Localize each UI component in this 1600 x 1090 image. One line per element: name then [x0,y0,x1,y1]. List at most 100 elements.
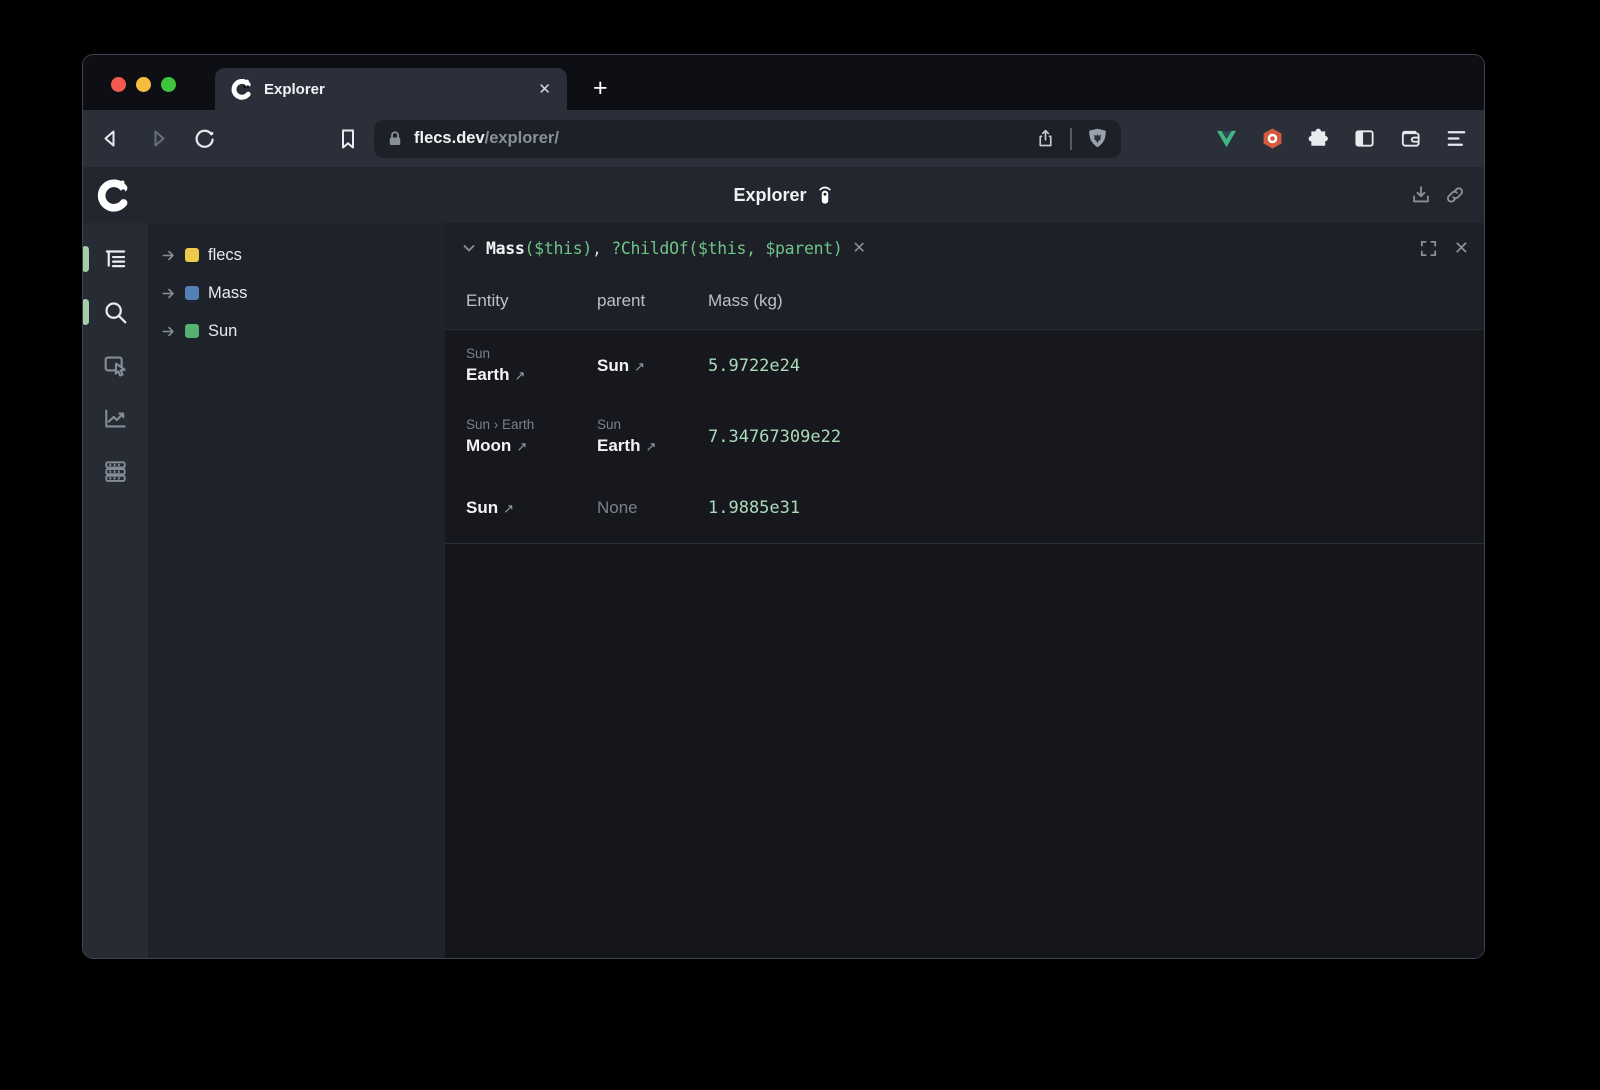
open-entity-arrow-icon: ↗ [645,439,656,454]
expand-arrow-icon[interactable] [161,248,176,263]
tree-item[interactable]: flecs [148,236,445,274]
url-domain: flecs.dev [414,129,485,148]
page-title-group: Explorer [83,185,1484,206]
reload-icon[interactable] [193,127,217,151]
expand-arrow-icon[interactable] [161,286,176,301]
browser-toolbar: flecs.dev/explorer/ [83,110,1484,167]
open-entity-arrow-icon: ↗ [514,368,525,383]
parent-cell[interactable]: Sun↗ [597,330,708,401]
tree-item-label: Sun [208,322,237,341]
column-header-entity: Entity [466,291,597,311]
mass-value: 1.9885e31 [708,498,1484,518]
bookmark-icon[interactable] [336,127,360,151]
fullscreen-icon[interactable] [1419,239,1438,258]
rail-memory-button[interactable] [101,456,131,486]
rail-query-button[interactable] [101,297,131,327]
tree-item[interactable]: Sun [148,312,445,350]
rail-tree-button[interactable] [101,244,131,274]
menu-icon[interactable] [1445,127,1468,150]
wallet-icon[interactable] [1399,127,1422,150]
query-panel: Mass($this), ?ChildOf($this, $parent) ✕ … [445,223,1484,958]
inspector-icon [102,352,129,379]
rail-inspector-button[interactable] [101,350,131,380]
minimize-window-button[interactable] [136,77,151,92]
extensions-puzzle-icon[interactable] [1307,127,1330,150]
open-entity-arrow-icon: ↗ [634,359,645,374]
query-clear-icon[interactable]: ✕ [852,238,865,258]
content-area: flecs Mass Sun Mass($this), ?ChildOf($th… [83,223,1484,958]
empty-area [445,544,1484,958]
tree-view-icon [102,246,129,273]
entity-name-link[interactable]: Sun↗ [466,498,597,518]
entity-color-swatch [185,324,199,338]
close-window-button[interactable] [111,77,126,92]
tab-strip: Explorer ✕ + [83,55,1484,110]
mass-value: 7.34767309e22 [708,427,1484,447]
rail-stats-button[interactable] [101,403,131,433]
column-header-mass: Mass (kg) [708,291,1484,311]
entity-cell[interactable]: Sun↗ [466,472,597,543]
query-bar: Mass($this), ?ChildOf($this, $parent) ✕ … [445,223,1484,273]
flecs-favicon-icon [231,78,253,100]
entity-cell[interactable]: Sun › Earth Moon↗ [466,401,597,472]
extension-group [1215,127,1468,150]
query-segment: , [592,239,611,258]
query-expression[interactable]: Mass($this), ?ChildOf($this, $parent) [486,239,842,258]
browser-tab-explorer[interactable]: Explorer ✕ [215,68,567,110]
new-tab-button[interactable]: + [593,76,608,101]
tab-title: Explorer [264,81,527,98]
tree-item[interactable]: Mass [148,274,445,312]
entity-name-link[interactable]: Earth↗ [466,365,597,385]
back-icon[interactable] [99,127,123,151]
hexagon-extension-icon[interactable] [1261,127,1284,150]
vue-devtools-icon[interactable] [1215,127,1238,150]
flecs-logo-icon[interactable] [97,178,131,212]
url-bar[interactable]: flecs.dev/explorer/ [374,120,1121,158]
entity-cell[interactable]: Sun Earth↗ [466,330,597,401]
open-entity-arrow-icon: ↗ [503,501,514,516]
query-segment: Mass [486,239,525,258]
entity-tree-panel: flecs Mass Sun [148,223,445,958]
maximize-window-button[interactable] [161,77,176,92]
browser-window: Explorer ✕ + flecs.dev/explorer/ [83,55,1484,958]
active-pill [83,299,89,325]
tree-item-label: flecs [208,246,242,265]
traffic-lights [111,77,176,92]
query-panel-close-icon[interactable]: ✕ [1454,238,1469,259]
entity-parent-path: Sun [466,346,597,361]
table-row: Sun Earth↗ Sun↗ 5.9722e24 [445,330,1484,401]
parent-cell[interactable]: None [597,472,708,543]
forward-icon[interactable] [146,127,170,151]
query-segment: ($this) [525,239,592,258]
page-title: Explorer [733,185,806,206]
search-icon [102,299,129,326]
link-icon[interactable] [1444,184,1466,206]
lock-icon [386,130,404,148]
tab-close-icon[interactable]: ✕ [538,80,551,98]
table-row: Sun › Earth Moon↗ Sun Earth↗ 7.34767309e… [445,401,1484,472]
sidebar-toggle-icon[interactable] [1353,127,1376,150]
table-row: Sun↗ None 1.9885e31 [445,472,1484,543]
results-table-header: Entity parent Mass (kg) [445,273,1484,330]
active-pill [83,246,89,272]
expand-arrow-icon[interactable] [161,324,176,339]
mass-cell: 1.9885e31 [708,472,1484,543]
brave-shield-icon[interactable] [1086,127,1109,150]
parent-name-link[interactable]: Earth↗ [597,436,708,456]
remote-connection-icon [816,185,834,205]
column-header-parent: parent [597,291,708,311]
parent-cell[interactable]: Sun Earth↗ [597,401,708,472]
chevron-down-icon[interactable] [460,239,478,257]
share-icon[interactable] [1035,128,1056,149]
url-divider [1070,128,1072,150]
open-entity-arrow-icon: ↗ [516,439,527,454]
parent-name-link[interactable]: None [597,498,708,518]
header-actions [1410,184,1466,206]
parent-parent-path: Sun [597,417,708,432]
parent-name-link[interactable]: Sun↗ [597,356,708,376]
tree-item-label: Mass [208,284,247,303]
results-table-body: Sun Earth↗ Sun↗ 5.9722e24 Sun › Earth Mo… [445,330,1484,544]
explorer-header: Explorer [83,167,1484,223]
entity-name-link[interactable]: Moon↗ [466,436,597,456]
download-icon[interactable] [1410,184,1432,206]
